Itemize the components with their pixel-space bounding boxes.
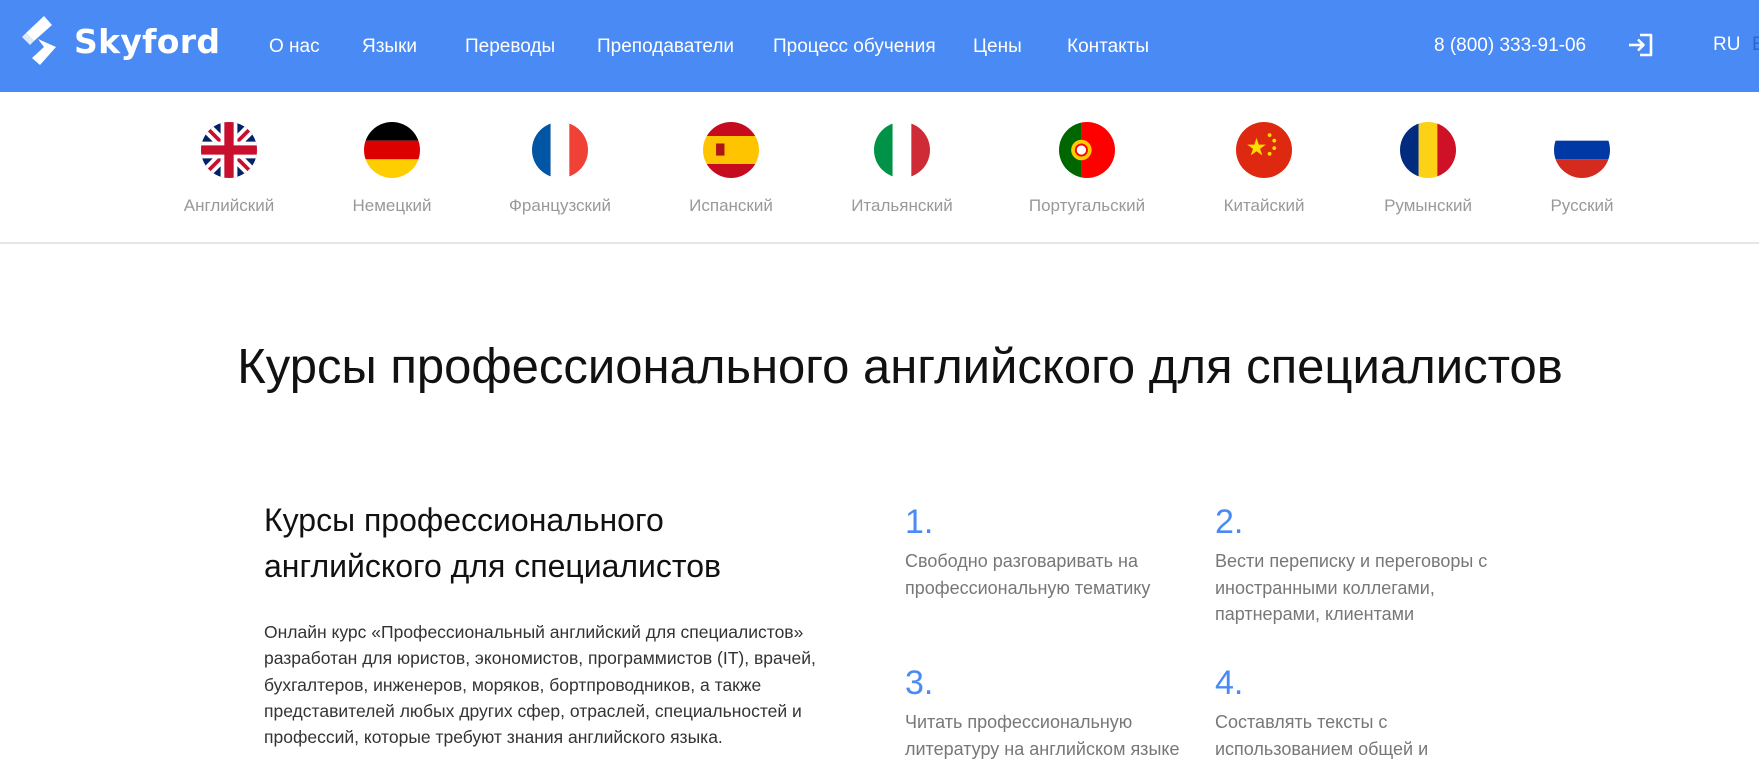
- benefit-text: Свободно разговаривать на профессиональн…: [905, 551, 1151, 598]
- nav-teachers[interactable]: Преподаватели: [597, 36, 734, 58]
- language-item-french[interactable]: Французский: [490, 92, 630, 242]
- romania-flag-icon: [1400, 122, 1456, 178]
- benefit-number: 4.: [1215, 664, 1244, 702]
- nav-languages[interactable]: Языки: [362, 36, 417, 58]
- benefit-text: Читать профессиональную литературу на ан…: [905, 712, 1180, 759]
- top-header: Skyford О нас Языки Переводы Преподавате…: [0, 0, 1759, 92]
- nav-prices[interactable]: Цены: [973, 36, 1022, 58]
- language-name: Английский: [183, 196, 275, 215]
- benefit-text: Вести переписку и переговоры с иностранн…: [1215, 551, 1488, 624]
- language-item-italian[interactable]: Итальянский: [832, 92, 972, 242]
- language-item-spanish[interactable]: Испанский: [661, 92, 801, 242]
- spain-flag-icon: [703, 122, 759, 178]
- language-name: Итальянский: [851, 196, 953, 215]
- language-item-romanian[interactable]: Румынский: [1358, 92, 1498, 242]
- language-item-german[interactable]: Немецкий: [322, 92, 462, 242]
- russia-flag-icon: [1554, 122, 1610, 178]
- nav-learning-process[interactable]: Процесс обучения: [773, 36, 936, 58]
- logo-text: Skyford: [74, 21, 221, 61]
- language-name: Французский: [509, 196, 611, 215]
- italy-flag-icon: [874, 122, 930, 178]
- language-bar: Английский Немецкий Французский Испански…: [0, 92, 1759, 244]
- login-icon[interactable]: [1626, 30, 1656, 60]
- germany-flag-icon: [364, 122, 420, 178]
- benefit-number: 2.: [1215, 503, 1244, 541]
- portugal-flag-icon: [1059, 122, 1115, 178]
- language-name: Русский: [1550, 196, 1614, 215]
- nav-translations[interactable]: Переводы: [465, 36, 555, 58]
- language-item-chinese[interactable]: Китайский: [1194, 92, 1334, 242]
- benefit-text: Составлять тексты с использованием общей…: [1215, 712, 1429, 759]
- language-name: Испанский: [689, 196, 773, 215]
- france-flag-icon: [532, 122, 588, 178]
- benefit-item: 4. Составлять тексты с использованием об…: [1215, 663, 1465, 762]
- uk-flag-icon: [201, 122, 257, 178]
- language-name: Немецкий: [352, 196, 432, 215]
- language-item-russian[interactable]: Русский: [1512, 92, 1652, 242]
- language-item-english[interactable]: Английский: [159, 92, 299, 242]
- benefit-item: 1. Свободно разговаривать на профессиона…: [905, 502, 1205, 601]
- benefit-number: 3.: [905, 664, 934, 702]
- language-name: Румынский: [1384, 196, 1472, 215]
- phone-number[interactable]: 8 (800) 333-91-06: [1434, 35, 1586, 57]
- benefit-number: 1.: [905, 503, 934, 541]
- benefit-item: 3. Читать профессиональную литературу на…: [905, 663, 1195, 762]
- china-flag-icon: [1236, 122, 1292, 178]
- nav-about[interactable]: О нас: [269, 36, 320, 58]
- benefit-item: 2. Вести переписку и переговоры с иностр…: [1215, 502, 1515, 628]
- lang-switch-ru[interactable]: RU: [1713, 34, 1740, 56]
- language-item-portuguese[interactable]: Португальский: [1017, 92, 1157, 242]
- course-description: Онлайн курс «Профессиональный английский…: [264, 622, 816, 748]
- nav-contacts[interactable]: Контакты: [1067, 36, 1149, 58]
- section-title: Курсы профессионального английского для …: [264, 502, 721, 584]
- skyford-logo-icon: [22, 16, 56, 65]
- logo[interactable]: Skyford: [20, 13, 220, 69]
- page-title: Курсы профессионального английского для …: [237, 340, 1563, 394]
- language-name: Португальский: [1028, 196, 1146, 215]
- lang-switch-en[interactable]: E: [1752, 34, 1759, 56]
- language-name: Китайский: [1223, 196, 1305, 215]
